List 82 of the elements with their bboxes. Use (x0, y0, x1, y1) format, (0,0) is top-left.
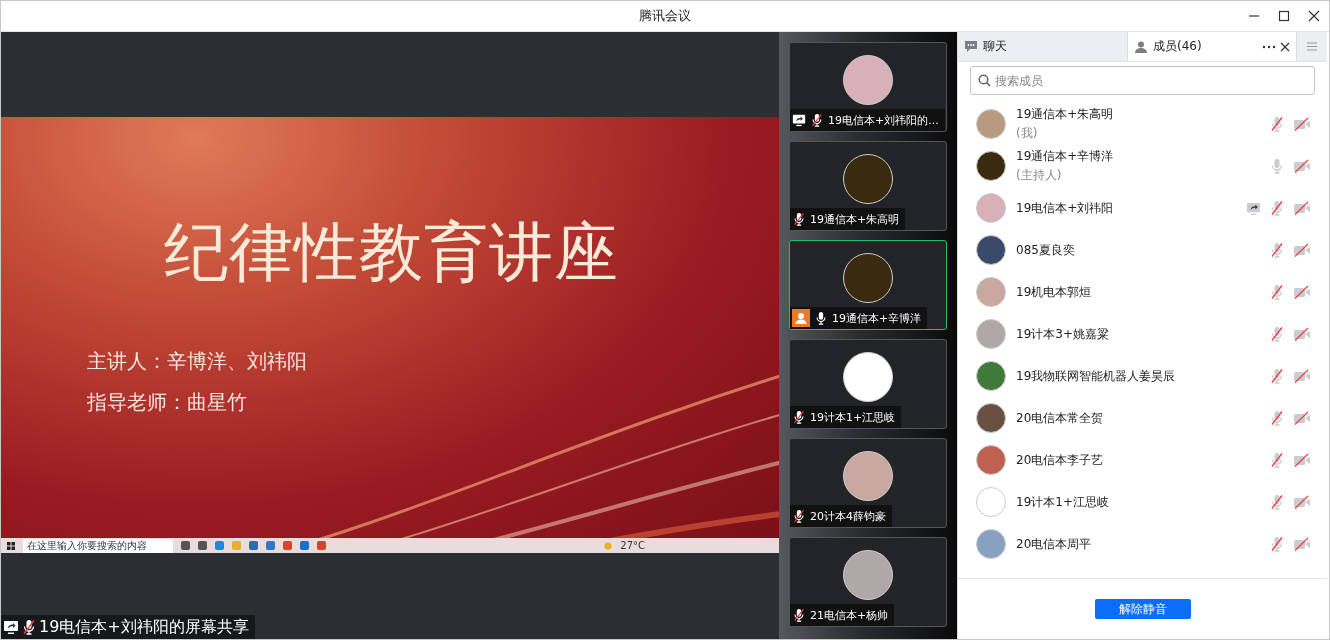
avatar-photo (976, 277, 1006, 307)
avatar-photo (843, 550, 893, 600)
menu-icon (1307, 42, 1317, 51)
member-row[interactable]: 19电信本+刘祎阳 (958, 187, 1327, 229)
camera-off-icon (1293, 284, 1311, 300)
panel-tab[interactable]: 聊天 (958, 32, 1128, 61)
weather-text: 27°C (620, 540, 645, 551)
member-row[interactable]: 19计本3+姚嘉粱 (958, 313, 1327, 355)
avatar-photo (843, 451, 893, 501)
member-name: 20电信本李子艺 (1016, 451, 1105, 469)
search-field[interactable]: 搜索成员 (970, 66, 1315, 95)
member-name: 19计本3+姚嘉粱 (1016, 325, 1110, 343)
avatar-photo (976, 235, 1006, 265)
avatar-photo (976, 319, 1006, 349)
member-row[interactable]: 20电信本李子艺 (958, 439, 1327, 481)
video-tile[interactable]: 20计本4薛钧豪 (789, 438, 947, 528)
avatar-photo (976, 151, 1006, 181)
participant-name: 19通信本+辛博洋 (832, 310, 922, 326)
camera-off-icon (1293, 158, 1311, 174)
member-name: 20电信本常全贺 (1016, 409, 1105, 427)
sun-icon (604, 541, 613, 550)
camera-off-icon (1293, 452, 1311, 468)
member-row[interactable]: 19机电本郭烜 (958, 271, 1327, 313)
more-icon (1262, 44, 1276, 49)
camera-off-icon (1293, 410, 1311, 426)
slide-text: 指导老师：曲星竹 (87, 389, 248, 416)
person-icon (1134, 39, 1148, 54)
member-row[interactable]: 20电信本常全贺 (958, 397, 1327, 439)
avatar-photo (843, 154, 893, 204)
member-name: 20电信本周平 (1016, 535, 1093, 553)
camera-off-icon (1293, 536, 1311, 552)
member-name: 19计本1+江思岐 (1016, 493, 1110, 511)
avatar-photo (976, 403, 1006, 433)
member-name: 19电信本+刘祎阳 (1016, 199, 1115, 217)
member-role: (我) (1016, 125, 1039, 142)
member-name: 19通信本+朱高明 (1016, 106, 1115, 123)
member-row[interactable]: 19通信本+朱高明 (我) (958, 103, 1327, 145)
avatar-photo (976, 487, 1006, 517)
close-icon[interactable] (1307, 9, 1321, 23)
member-name: 19通信本+辛博洋 (1016, 148, 1115, 165)
camera-off-icon (1293, 494, 1311, 510)
maximize-icon[interactable] (1277, 9, 1291, 23)
participant-name: 19计本1+江思岐 (810, 409, 896, 425)
member-name: 19机电本郭烜 (1016, 283, 1093, 301)
video-tile[interactable]: 19电信本+刘祎阳的... (789, 42, 947, 132)
member-row[interactable]: 19计本1+江思岐 (958, 481, 1327, 523)
member-name: 19我物联网智能机器人姜昊辰 (1016, 367, 1177, 385)
participant-name: 20计本4薛钧豪 (810, 508, 886, 524)
camera-off-icon (1293, 368, 1311, 384)
share-label-text: 19电信本+刘祎阳的屏幕共享 (39, 616, 249, 638)
avatar-photo (976, 529, 1006, 559)
slide-title: 纪律性教育讲座 (164, 214, 620, 291)
avatar-photo (843, 352, 893, 402)
avatar-photo (976, 193, 1006, 223)
unmute-button[interactable]: 解除静音 (1094, 599, 1191, 619)
video-tile[interactable]: 21电信本+杨帅 (789, 537, 947, 627)
avatar-photo (976, 361, 1006, 391)
avatar-photo (843, 253, 893, 303)
video-tile[interactable]: 19计本1+江思岐 (789, 339, 947, 429)
member-row[interactable]: 19通信本+辛博洋 (主持人) (958, 145, 1327, 187)
member-row[interactable]: 20电信本周平 (958, 523, 1327, 565)
video-tile[interactable]: 19通信本+朱高明 (789, 141, 947, 231)
camera-off-icon (1293, 116, 1311, 132)
chat-bubble-icon (964, 40, 978, 53)
participant-name: 19电信本+刘祎阳的... (828, 112, 939, 128)
member-role: (主持人) (1016, 167, 1063, 184)
member-row[interactable]: 19我物联网智能机器人姜昊辰 (958, 355, 1327, 397)
member-name: 085夏良奕 (1016, 241, 1076, 259)
participant-name: 21电信本+杨帅 (810, 607, 889, 623)
avatar-photo (976, 109, 1006, 139)
participant-name: 19通信本+朱高明 (810, 211, 900, 227)
window-title: 腾讯会议 (639, 7, 691, 25)
video-tile[interactable]: 19通信本+辛博洋 (789, 240, 947, 330)
camera-off-icon (1293, 326, 1311, 342)
camera-off-icon (1293, 242, 1311, 258)
camera-off-icon (1293, 200, 1311, 216)
member-row[interactable]: 085夏良奕 (958, 229, 1327, 271)
start-icon (7, 541, 15, 550)
close-icon (1280, 41, 1290, 52)
slide-text: 主讲人：辛博洋、刘祎阳 (87, 348, 308, 375)
avatar-photo (843, 55, 893, 105)
avatar-photo (976, 445, 1006, 475)
